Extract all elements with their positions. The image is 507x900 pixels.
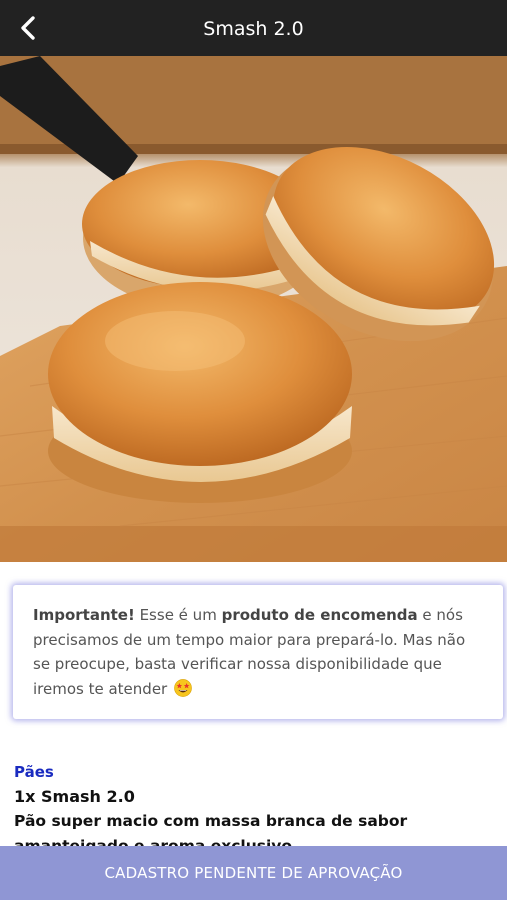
product-name: 1x Smash 2.0 [14, 787, 135, 806]
star-struck-emoji-icon [174, 678, 192, 697]
product-category: Pães [14, 763, 54, 781]
product-image [0, 56, 507, 562]
notice-important-label: Importante! [33, 606, 135, 624]
notice-product-type: produto de encomenda [221, 606, 418, 624]
order-notice-card: Importante! Esse é um produto de encomen… [13, 585, 503, 719]
top-app-bar: Smash 2.0 [0, 0, 507, 56]
product-info: Pães 1x Smash 2.0 Pão super macio com ma… [14, 760, 499, 859]
page-title: Smash 2.0 [203, 18, 304, 40]
notice-text-1: Esse é um [134, 606, 222, 624]
registration-pending-button[interactable]: CADASTRO PENDENTE DE APROVAÇÃO [0, 846, 507, 900]
